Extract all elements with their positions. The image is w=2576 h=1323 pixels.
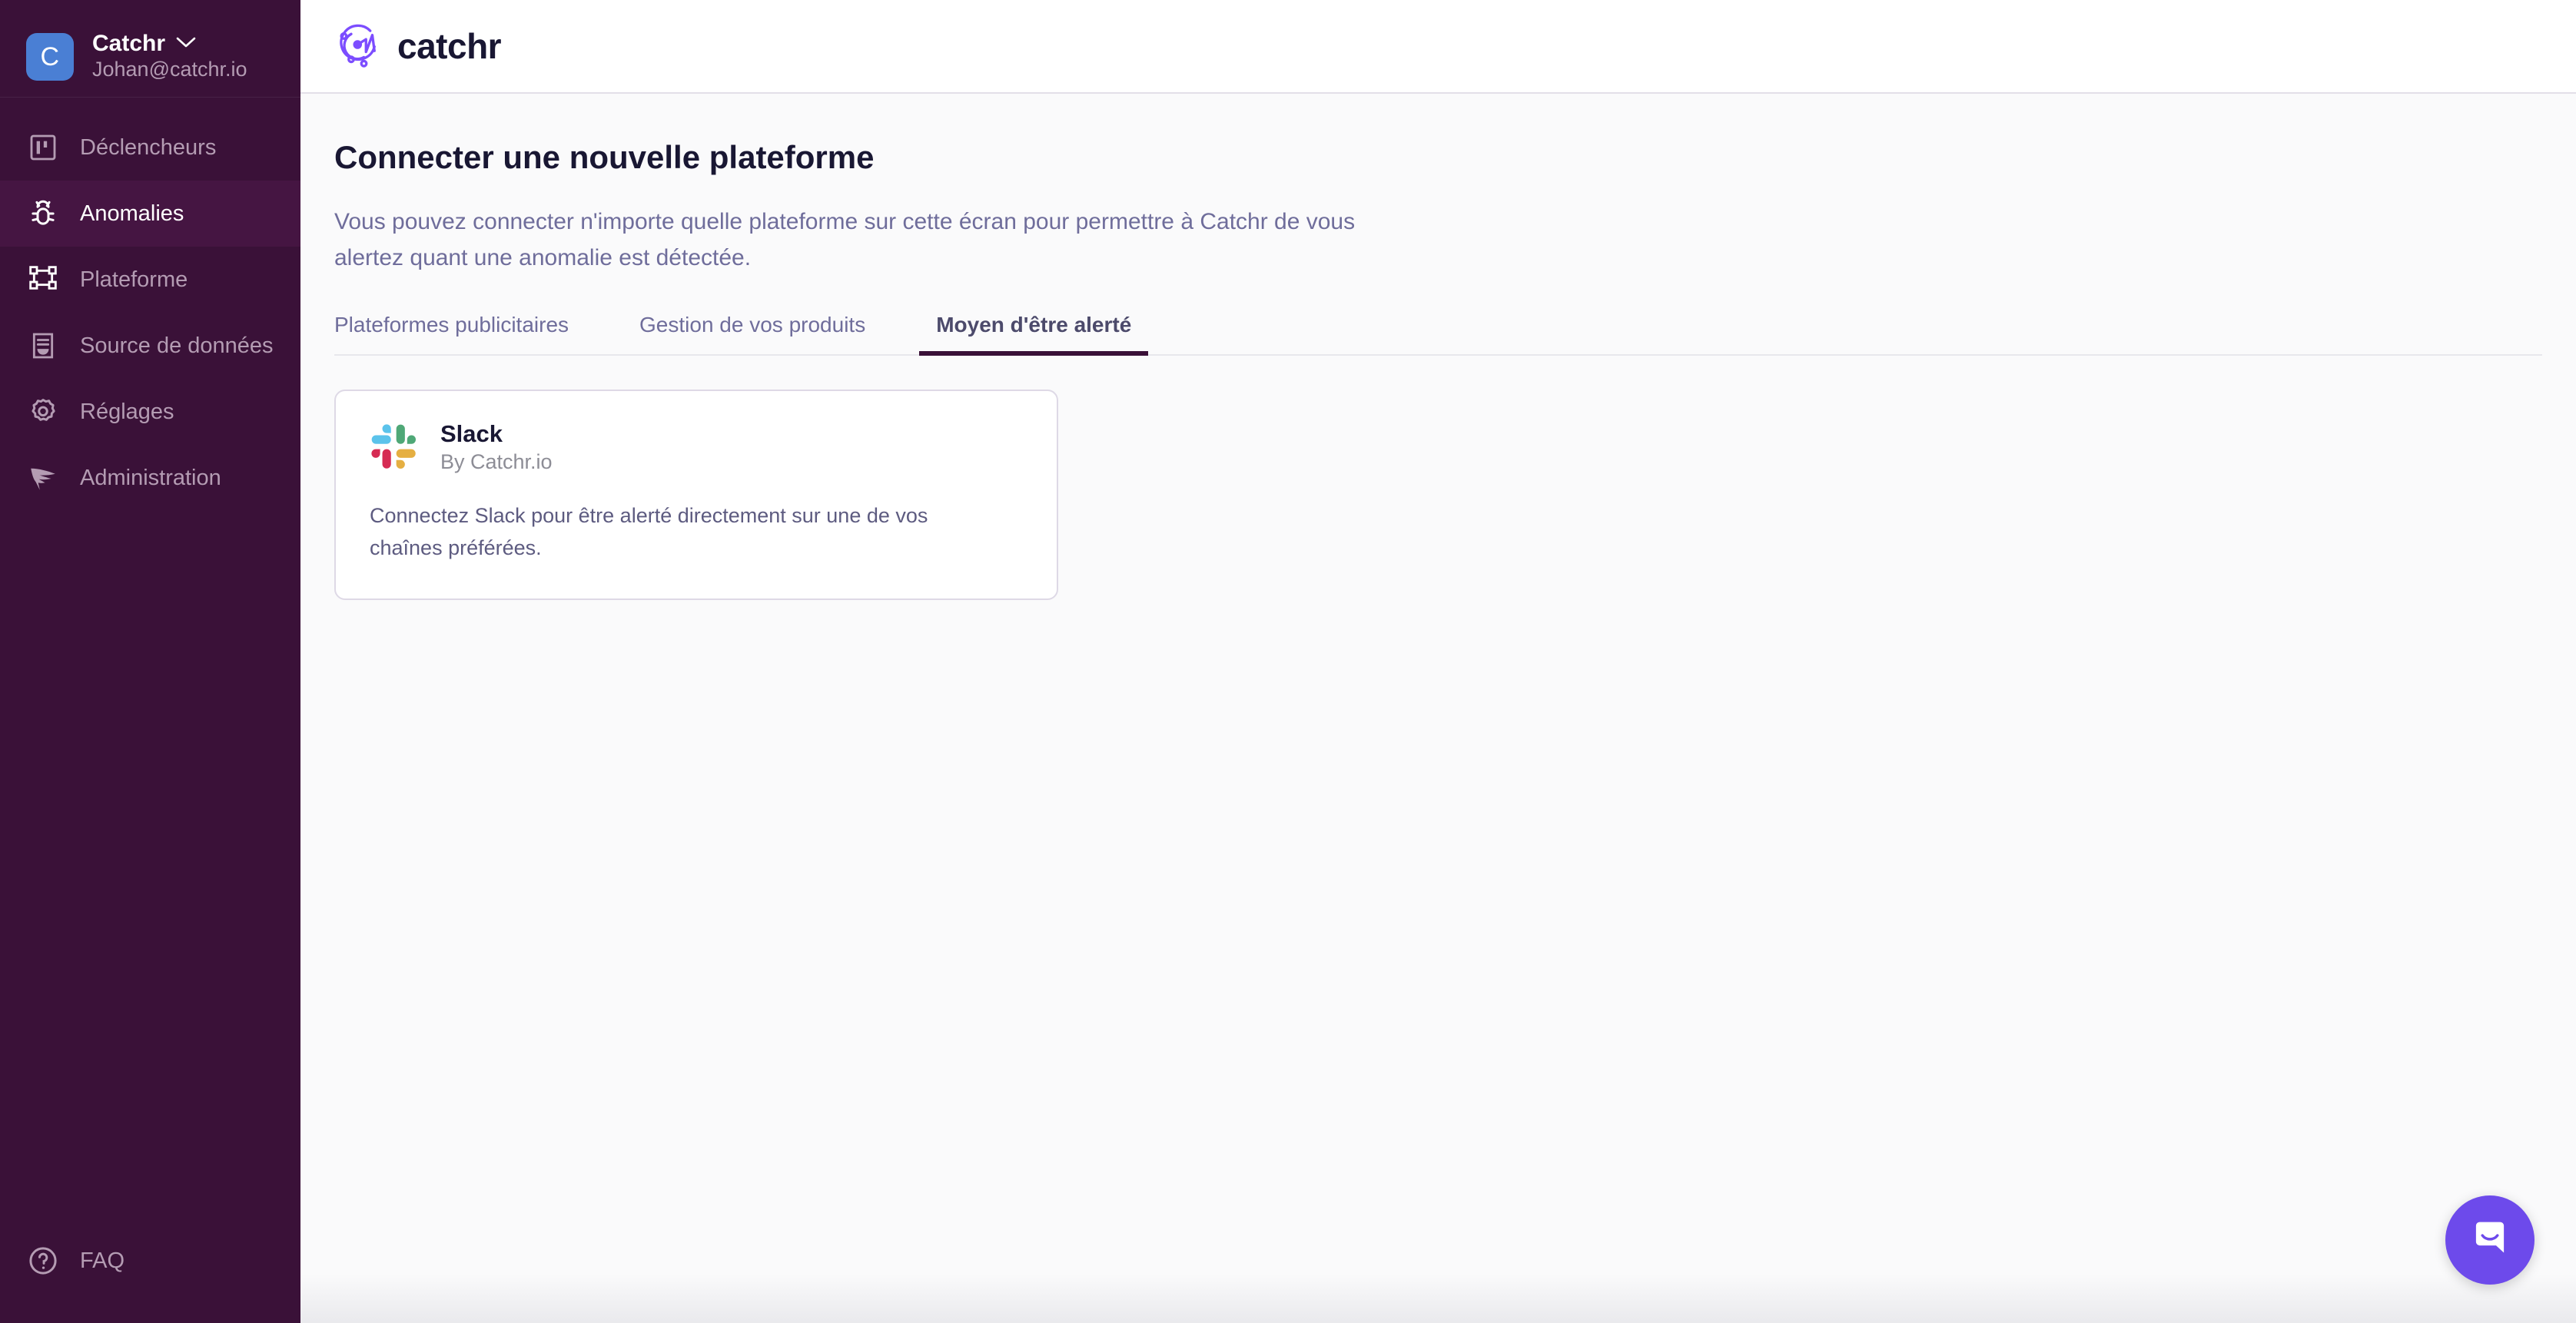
account-email: Johan@catchr.io [92,58,247,81]
card-titles: Slack By Catchr.io [440,422,553,472]
sidebar-item-plateforme[interactable]: Plateforme [0,247,300,313]
question-circle-icon [26,1244,60,1278]
tab-bar: Plateformes publicitaires Gestion de vos… [334,314,2542,356]
slack-logo-icon [370,423,419,472]
sidebar-nav: Déclencheurs Anomalies Plateforme Source… [0,98,300,511]
chat-bubble-smile-icon [2468,1216,2512,1265]
page-title: Connecter une nouvelle plateforme [334,139,875,175]
logo-text: catchr [397,26,502,66]
card-title: Slack [440,420,503,448]
sidebar-item-anomalies[interactable]: Anomalies [0,181,300,247]
main-area: catchr Connecter une nouvelle plateforme… [300,0,2576,1323]
sidebar-item-reglages[interactable]: Réglages [0,379,300,445]
sidebar-item-label: Déclencheurs [80,134,217,160]
bug-icon [26,197,60,230]
tab-moyen-detre-alerte[interactable]: Moyen d'être alerté [919,314,1149,356]
avatar: C [26,33,74,81]
sidebar: C Catchr Johan@catchr.io Déclencheurs An… [0,0,300,1323]
document-data-icon [26,329,60,363]
card-subtitle: By Catchr.io [440,450,553,474]
top-bar: catchr [300,0,2576,94]
sidebar-item-declencheurs[interactable]: Déclencheurs [0,114,300,181]
kanban-board-icon [26,131,60,164]
platform-card-slack[interactable]: Slack By Catchr.io Connectez Slack pour … [334,390,1058,601]
chat-launcher-button[interactable] [2445,1195,2535,1285]
sidebar-item-label: FAQ [80,1248,125,1273]
tab-plateformes-publicitaires[interactable]: Plateformes publicitaires [334,314,569,354]
sidebar-item-label: Réglages [80,399,174,424]
page-description: Vous pouvez connecter n'importe quelle p… [334,209,1356,270]
tab-gestion-de-vos-produits[interactable]: Gestion de vos produits [639,314,865,354]
wing-icon [26,461,60,495]
sidebar-item-administration[interactable]: Administration [0,445,300,511]
catchr-network-logo-icon [334,19,385,74]
card-grid: Slack By Catchr.io Connectez Slack pour … [334,356,2542,601]
account-name: Catchr [92,31,166,57]
gear-icon [26,395,60,429]
app-root: C Catchr Johan@catchr.io Déclencheurs An… [0,0,2576,1323]
sidebar-item-label: Anomalies [80,201,184,226]
account-text: Catchr Johan@catchr.io [92,32,247,81]
sidebar-item-source-de-donnees[interactable]: Source de données [0,313,300,379]
artboard-frame-icon [26,263,60,297]
catchr-logo[interactable]: catchr [334,19,502,74]
sidebar-item-faq[interactable]: FAQ [0,1228,300,1294]
card-header: Slack By Catchr.io [370,422,1023,472]
chevron-down-icon[interactable] [176,36,196,52]
card-description: Connectez Slack pour être alerté directe… [370,504,928,560]
sidebar-item-label: Administration [80,465,221,490]
sidebar-item-label: Source de données [80,333,274,358]
sidebar-item-label: Plateforme [80,267,188,292]
bottom-fade [300,1274,2576,1323]
page-content: Connecter une nouvelle plateforme Vous p… [300,94,2576,601]
account-switcher[interactable]: C Catchr Johan@catchr.io [0,0,300,91]
account-name-row: Catchr [92,32,247,55]
